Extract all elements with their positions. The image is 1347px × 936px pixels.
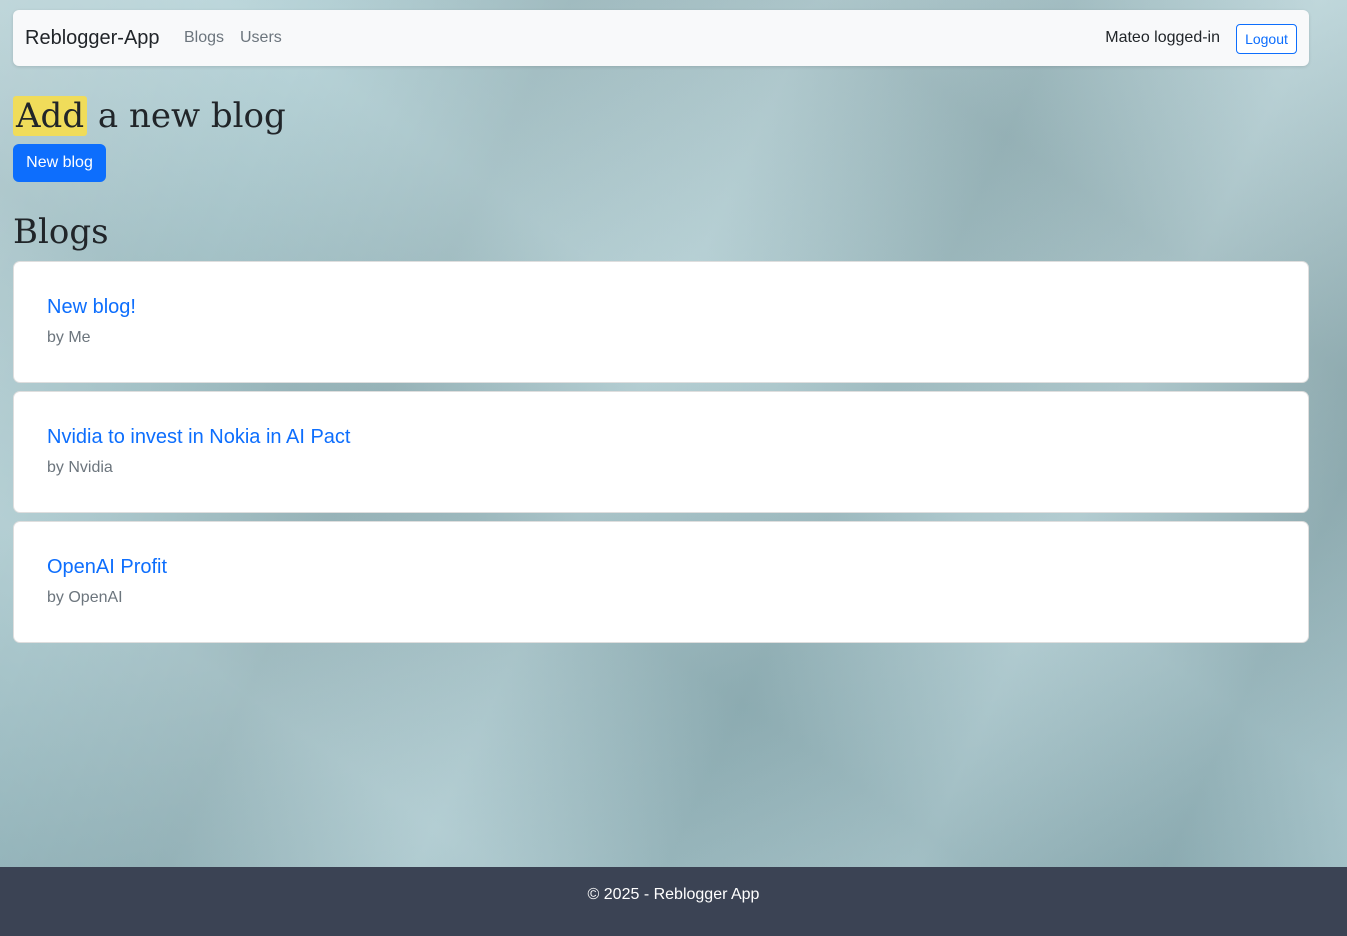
blog-card: New blog! by Me (13, 261, 1309, 383)
nav-link-users[interactable]: Users (240, 28, 282, 48)
blog-author: by Me (47, 329, 91, 346)
user-status: Mateo logged-in (1105, 29, 1220, 46)
footer-text: © 2025 - Reblogger App (587, 886, 760, 903)
blog-list: New blog! by Me Nvidia to invest in Noki… (13, 261, 1309, 651)
blogs-heading: Blogs (13, 212, 109, 252)
brand-link[interactable]: Reblogger-App (25, 26, 160, 50)
heading-rest: a new blog (87, 96, 286, 136)
footer: © 2025 - Reblogger App (0, 867, 1347, 936)
navbar: Reblogger-App Blogs Users Mateo logged-i… (13, 10, 1309, 66)
blog-card: Nvidia to invest in Nokia in AI Pact by … (13, 391, 1309, 513)
add-blog-heading: Add a new blog (13, 94, 286, 138)
blog-author: by OpenAI (47, 589, 123, 606)
blog-card: OpenAI Profit by OpenAI (13, 521, 1309, 643)
nav-link-blogs[interactable]: Blogs (184, 28, 224, 48)
logout-button[interactable]: Logout (1236, 24, 1297, 54)
new-blog-button[interactable]: New blog (13, 144, 106, 182)
blog-title-link[interactable]: OpenAI Profit (47, 555, 167, 579)
blog-author: by Nvidia (47, 459, 113, 476)
blog-title-link[interactable]: Nvidia to invest in Nokia in AI Pact (47, 425, 350, 449)
heading-highlight: Add (13, 96, 88, 136)
blog-title-link[interactable]: New blog! (47, 295, 136, 319)
